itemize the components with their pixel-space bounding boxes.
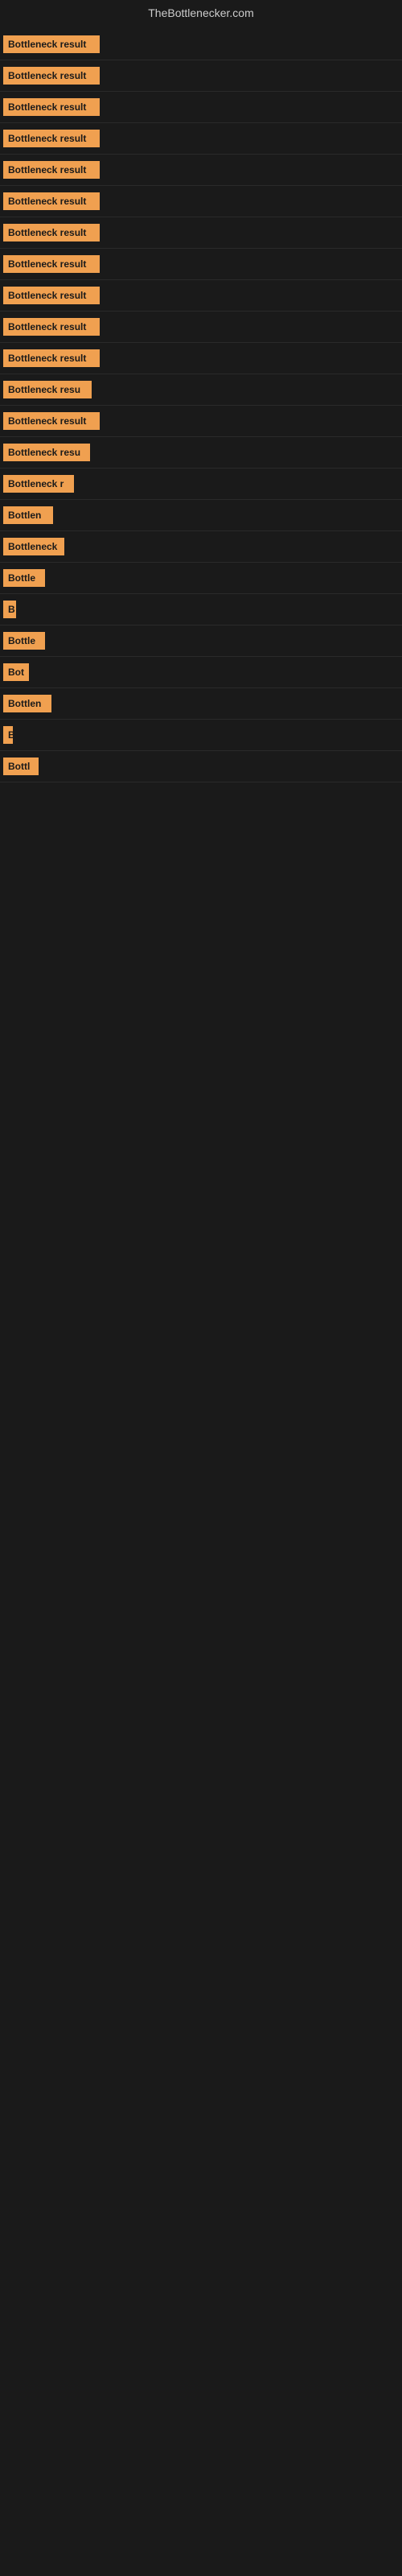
bottleneck-badge[interactable]: B xyxy=(3,601,16,618)
bottleneck-badge[interactable]: Bottleneck result xyxy=(3,318,100,336)
bottleneck-item: Bottleneck result xyxy=(0,280,402,312)
bottleneck-badge[interactable]: Bottleneck resu xyxy=(3,381,92,398)
bottleneck-badge[interactable]: Bottleneck result xyxy=(3,130,100,147)
bottleneck-item: Bottle xyxy=(0,625,402,657)
bottleneck-item: Bottleneck result xyxy=(0,92,402,123)
bottleneck-badge[interactable]: B xyxy=(3,726,13,744)
bottleneck-item: Bottle xyxy=(0,563,402,594)
site-title: TheBottlenecker.com xyxy=(0,0,402,26)
bottleneck-badge[interactable]: Bottl xyxy=(3,758,39,775)
bottleneck-item: B xyxy=(0,594,402,625)
bottleneck-badge[interactable]: Bottleneck r xyxy=(3,475,74,493)
bottleneck-badge[interactable]: Bottle xyxy=(3,569,45,587)
bottleneck-badge[interactable]: Bottleneck result xyxy=(3,161,100,179)
bottleneck-item: Bottleneck result xyxy=(0,186,402,217)
bottleneck-item: Bottleneck result xyxy=(0,249,402,280)
bottleneck-badge[interactable]: Bottleneck result xyxy=(3,255,100,273)
bottleneck-item: Bottleneck xyxy=(0,531,402,563)
bottleneck-item: Bottleneck resu xyxy=(0,437,402,469)
bottleneck-item: Bottleneck result xyxy=(0,343,402,374)
items-container: Bottleneck result Bottleneck result Bottle… xyxy=(0,26,402,782)
bottleneck-badge[interactable]: Bottlen xyxy=(3,506,53,524)
bottleneck-badge[interactable]: Bottleneck result xyxy=(3,35,100,53)
bottleneck-item: Bottl xyxy=(0,751,402,782)
bottleneck-badge[interactable]: Bottleneck result xyxy=(3,67,100,85)
bottleneck-badge[interactable]: Bottleneck result xyxy=(3,98,100,116)
bottleneck-badge[interactable]: Bottleneck result xyxy=(3,192,100,210)
bottleneck-item: Bottlen xyxy=(0,688,402,720)
bottleneck-badge[interactable]: Bottlen xyxy=(3,695,51,712)
bottleneck-item: Bottleneck result xyxy=(0,217,402,249)
bottleneck-item: B xyxy=(0,720,402,751)
bottleneck-badge[interactable]: Bottleneck resu xyxy=(3,444,90,461)
bottleneck-item: Bottlen xyxy=(0,500,402,531)
bottleneck-item: Bottleneck result xyxy=(0,123,402,155)
bottleneck-badge[interactable]: Bottle xyxy=(3,632,45,650)
bottleneck-item: Bottleneck result xyxy=(0,60,402,92)
bottleneck-item: Bottleneck r xyxy=(0,469,402,500)
bottleneck-item: Bottleneck resu xyxy=(0,374,402,406)
bottleneck-item: Bottleneck result xyxy=(0,406,402,437)
bottleneck-badge[interactable]: Bot xyxy=(3,663,29,681)
bottleneck-item: Bot xyxy=(0,657,402,688)
bottleneck-badge[interactable]: Bottleneck result xyxy=(3,287,100,304)
bottleneck-badge[interactable]: Bottleneck xyxy=(3,538,64,555)
bottleneck-item: Bottleneck result xyxy=(0,155,402,186)
bottleneck-badge[interactable]: Bottleneck result xyxy=(3,224,100,242)
bottleneck-badge[interactable]: Bottleneck result xyxy=(3,412,100,430)
bottleneck-badge[interactable]: Bottleneck result xyxy=(3,349,100,367)
bottleneck-item: Bottleneck result xyxy=(0,29,402,60)
bottleneck-item: Bottleneck result xyxy=(0,312,402,343)
